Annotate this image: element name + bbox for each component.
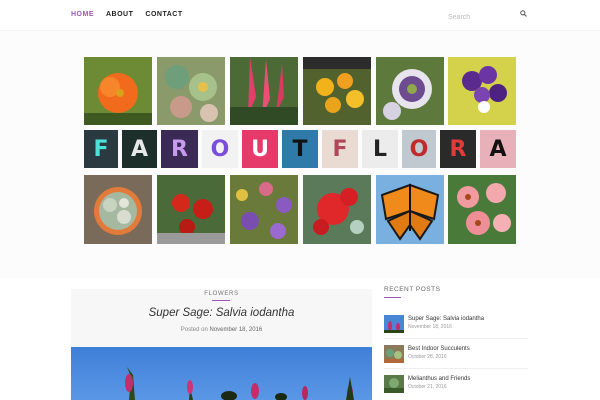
recent-post-item[interactable]: Super Sage: Salvia iodantha November 18,… [384,313,528,339]
letter-tile-11: A [480,130,516,168]
recent-post-thumbnail[interactable] [384,375,404,393]
fuchsia-photo [230,57,298,125]
butterfly-photo [376,175,444,244]
recent-post-title[interactable]: Melianthus and Friends [408,376,470,382]
red-flowers-photo [157,175,225,244]
search-icon[interactable] [520,10,527,17]
letter-tile-5: U [242,130,278,168]
recent-post-title[interactable]: Best Indoor Succulents [408,346,470,352]
letter-tile-2: A [122,130,157,168]
post-meta: Posted on November 18, 2016 [71,327,372,333]
top-navigation: HOME ABOUT CONTACT [0,0,600,30]
garden-bed-photo [230,175,298,244]
recent-post-title[interactable]: Super Sage: Salvia iodantha [408,316,484,322]
succulents-photo [157,57,225,125]
recent-posts-heading: RECENT POSTS [384,286,441,293]
recent-post-item[interactable]: Best Indoor Succulents October 28, 2016 [384,343,528,369]
letter-tile-7: F [322,130,358,168]
post-meta-prefix: Posted on [180,327,208,333]
search-input[interactable] [448,10,528,25]
nav-home[interactable]: HOME [71,11,94,18]
letter-tile-6: T [282,130,318,168]
bottlebrush-photo [303,175,371,244]
heading-underline [384,297,401,298]
recent-post-date: October 21, 2016 [408,384,447,390]
divider [384,338,528,339]
nav-about[interactable]: ABOUT [106,11,133,18]
post-featured-image[interactable] [71,347,372,400]
letter-tile-8: L [362,130,398,168]
sidebar-recent-posts: RECENT POSTS Super Sage: Salvia iodantha… [384,286,528,393]
recent-post-item[interactable]: Melianthus and Friends October 21, 2016 [384,373,528,395]
post-title-link[interactable]: Super Sage: Salvia iodantha [71,307,372,319]
violets-photo [448,57,516,125]
poppy-photo [84,57,152,125]
pink-daisies-photo [448,175,516,244]
featured-post: FLOWERS Super Sage: Salvia iodantha Post… [71,289,372,400]
post-date-link[interactable]: November 18, 2016 [210,327,263,333]
main-menu: HOME ABOUT CONTACT [71,11,183,18]
letter-tile-10: R [440,130,476,168]
divider [384,368,528,369]
letter-tile-1: F [84,130,118,168]
recent-post-thumbnail[interactable] [384,345,404,363]
recent-post-date: November 18, 2016 [408,324,452,330]
passionflower-photo [376,57,444,125]
cactus-pot-photo [84,175,152,244]
category-underline [212,300,230,301]
letter-tile-4: O [202,130,238,168]
letter-tile-9: O [402,130,436,168]
recent-post-date: October 28, 2016 [408,354,447,360]
search-box [448,6,528,25]
letter-tile-3: R [161,130,198,168]
recent-post-thumbnail[interactable] [384,315,404,333]
marigolds-photo [303,57,371,125]
nav-contact[interactable]: CONTACT [145,11,182,18]
far-out-flora-collage[interactable]: F A R O U T F L O R A [84,57,516,244]
post-category-link[interactable]: FLOWERS [71,291,372,297]
